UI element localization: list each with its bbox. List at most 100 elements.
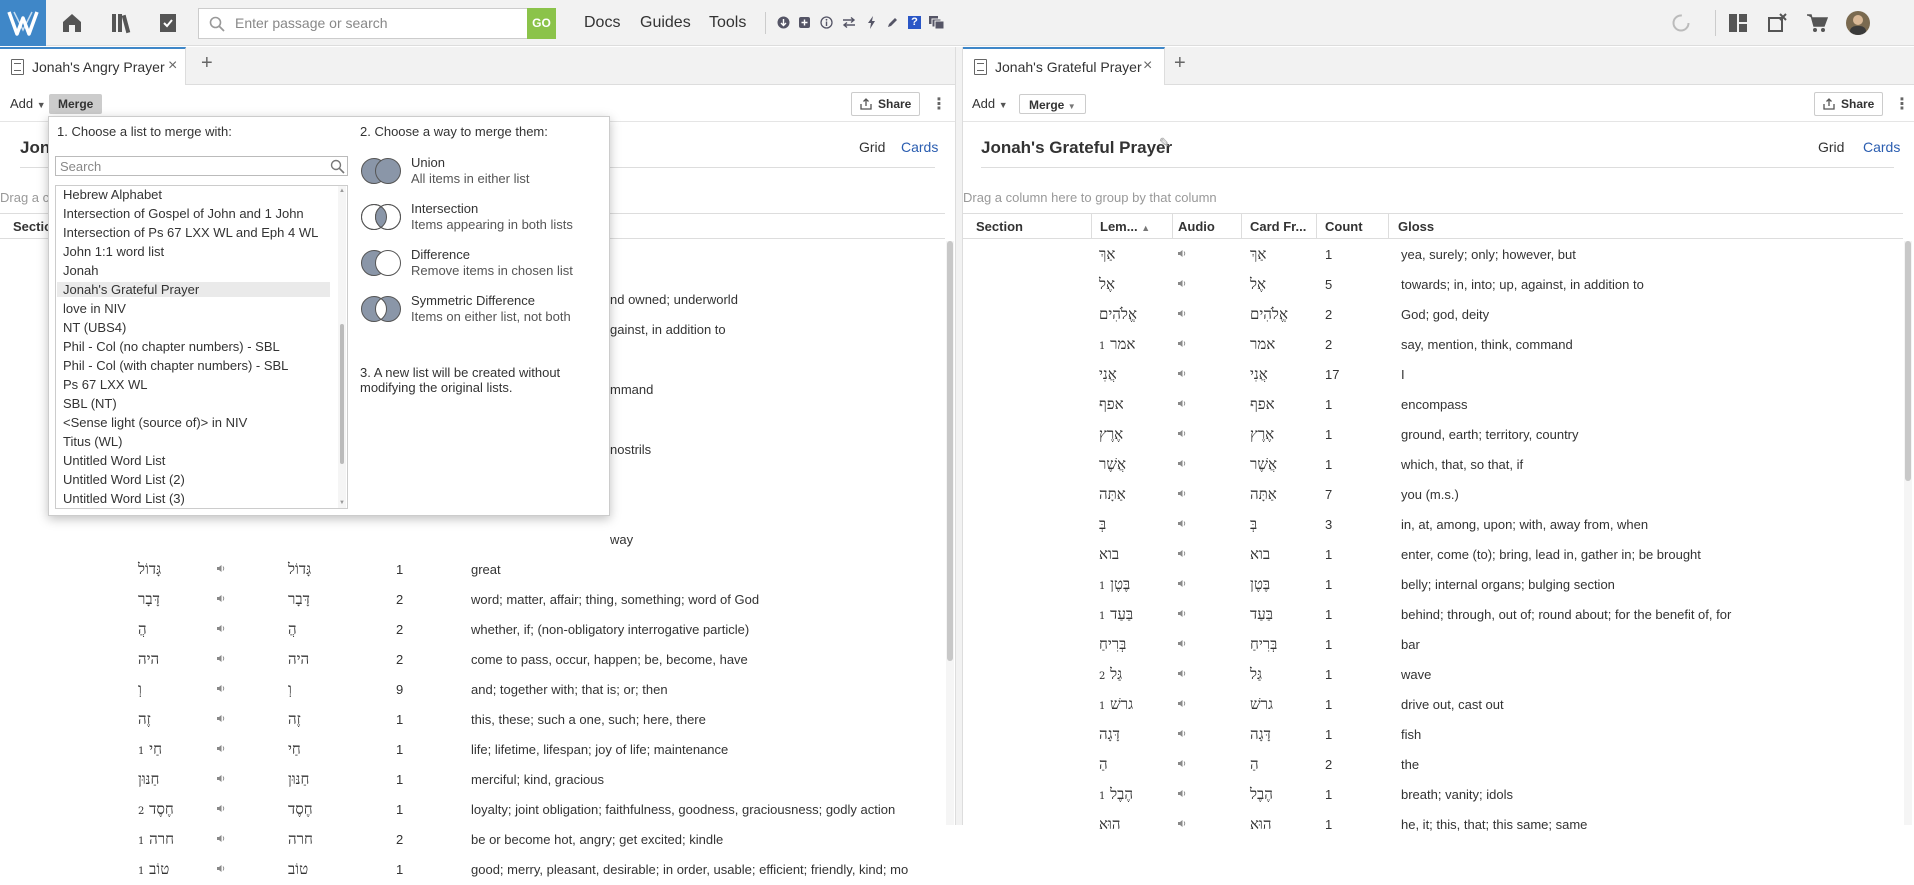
- list-option[interactable]: Jonah: [63, 263, 98, 278]
- table-row[interactable]: 1 הֶבֶל הֶבֶל 1 breath; vanity; idols: [963, 780, 1903, 810]
- list-option[interactable]: John 1:1 word list: [63, 244, 164, 259]
- left-scrollbar[interactable]: [946, 241, 954, 825]
- sync-arrows-icon[interactable]: [842, 16, 856, 29]
- new-tab-button[interactable]: +: [201, 52, 213, 75]
- lemma-cell[interactable]: אַתָּה: [1099, 485, 1126, 504]
- cards-view-toggle[interactable]: Cards: [901, 139, 938, 155]
- merge-button[interactable]: Merge ▼: [1019, 94, 1086, 114]
- lemma-cell[interactable]: אַךְ: [1099, 245, 1115, 264]
- table-row[interactable]: אַךְ אַךְ 1 yea, surely; only; however, but: [963, 240, 1903, 270]
- layout-grid-icon[interactable]: [1728, 13, 1748, 33]
- column-separator[interactable]: [1316, 214, 1317, 238]
- cart-icon[interactable]: [1806, 13, 1829, 33]
- tab-jonahs-angry-prayer[interactable]: Jonah's Angry Prayer ×: [0, 47, 186, 85]
- table-row[interactable]: 2 גַּל גַּל 1 wave: [963, 660, 1903, 690]
- speaker-icon[interactable]: [217, 864, 226, 873]
- lemma-cell[interactable]: 1 הֶבֶל: [1099, 785, 1133, 804]
- list-search-box[interactable]: [55, 156, 348, 176]
- add-note-icon[interactable]: [798, 16, 811, 29]
- table-row[interactable]: היה היה 2 come to pass, occur, happen; be, …: [0, 645, 940, 675]
- home-icon[interactable]: [60, 11, 84, 35]
- table-row[interactable]: אַתָּה אַתָּה 7 you (m.s.): [963, 480, 1903, 510]
- lemma-cell[interactable]: 2 חֶסֶד: [138, 800, 174, 819]
- speaker-icon[interactable]: [1178, 369, 1187, 378]
- lemma-cell[interactable]: דָּגָה: [1099, 725, 1120, 744]
- lemma-cell[interactable]: אפף: [1099, 395, 1124, 414]
- share-button[interactable]: Share: [1814, 92, 1884, 116]
- column-separator[interactable]: [1172, 214, 1173, 238]
- lemma-cell[interactable]: 1 חַי: [138, 740, 162, 759]
- table-row[interactable]: בוא בוא 1 enter, come (to); bring, lead in,…: [963, 540, 1903, 570]
- close-tab-icon[interactable]: ×: [1143, 57, 1152, 75]
- column-header-audio[interactable]: Audio: [1178, 219, 1215, 234]
- add-dropdown[interactable]: Add ▼: [10, 96, 46, 111]
- speaker-icon[interactable]: [217, 654, 226, 663]
- grid-view-toggle[interactable]: Grid: [859, 139, 885, 155]
- scroll-down-arrow[interactable]: ▼: [339, 500, 345, 506]
- merge-list-picker[interactable]: Hebrew Alphabet Intersection of Gospel of…: [55, 185, 348, 509]
- list-search-input[interactable]: [56, 157, 316, 175]
- table-row[interactable]: 1 אמר אמר 2 say, mention, think, command: [963, 330, 1903, 360]
- lemma-cell[interactable]: 1 גרשׁ: [1099, 695, 1133, 714]
- passage-search-box[interactable]: [198, 8, 527, 39]
- table-row[interactable]: אֶל אֶל 5 towards; in, into; up, against, i…: [963, 270, 1903, 300]
- column-header-card-form[interactable]: Card Fr...: [1250, 219, 1306, 234]
- list-title[interactable]: Jonah's Grateful Prayer: [981, 138, 1172, 158]
- lemma-cell[interactable]: בְּ: [1099, 515, 1106, 534]
- speaker-icon[interactable]: [1178, 669, 1187, 678]
- speaker-icon[interactable]: [1178, 789, 1187, 798]
- table-row[interactable]: 1 בַּעַד בַּעַד 1 behind; through, out of; …: [963, 600, 1903, 630]
- lemma-cell[interactable]: אֲנִי: [1099, 365, 1117, 384]
- layouts-icon[interactable]: [929, 16, 945, 30]
- table-row[interactable]: בְּ בְּ 3 in, at, among, upon; with, away f…: [963, 510, 1903, 540]
- scroll-up-arrow[interactable]: ▲: [339, 188, 345, 194]
- table-row[interactable]: חַנּוּן חַנּוּן 1 merciful; kind, gracious: [0, 765, 940, 795]
- list-option[interactable]: Untitled Word List: [63, 453, 165, 468]
- list-option[interactable]: NT (UBS4): [63, 320, 126, 335]
- speaker-icon[interactable]: [1178, 399, 1187, 408]
- table-row[interactable]: הַ הַ 2 the: [963, 750, 1903, 780]
- close-panels-icon[interactable]: [1767, 13, 1787, 33]
- share-button[interactable]: Share: [851, 92, 921, 116]
- list-option[interactable]: Ps 67 LXX WL: [63, 377, 148, 392]
- table-row[interactable]: אֱלֹהִים אֱלֹהִים 2 God; god, deity: [963, 300, 1903, 330]
- speaker-icon[interactable]: [1178, 249, 1187, 258]
- lemma-cell[interactable]: גָּדוֹל: [138, 560, 161, 579]
- right-scroll-thumb[interactable]: [1905, 241, 1911, 481]
- column-separator[interactable]: [1241, 214, 1242, 238]
- speaker-icon[interactable]: [1178, 759, 1187, 768]
- table-row[interactable]: 1 בֶּטֶן בֶּטֶן 1 belly; internal organs; b…: [963, 570, 1903, 600]
- lemma-cell[interactable]: זֶה: [138, 710, 151, 729]
- speaker-icon[interactable]: [1178, 729, 1187, 738]
- speaker-icon[interactable]: [217, 684, 226, 693]
- speaker-icon[interactable]: [1178, 429, 1187, 438]
- lemma-cell[interactable]: אֶרֶץ: [1099, 425, 1123, 444]
- table-row[interactable]: גָּדוֹל גָּדוֹל 1 great: [0, 555, 940, 585]
- lemma-cell[interactable]: וְ: [138, 680, 142, 699]
- table-row[interactable]: דָּבָר דָּבָר 2 word; matter, affair; thing…: [0, 585, 940, 615]
- more-options-icon[interactable]: ⋮: [931, 94, 947, 114]
- column-header-section[interactable]: Sectio: [13, 219, 52, 234]
- column-separator[interactable]: [1388, 214, 1389, 238]
- go-button[interactable]: GO: [527, 8, 556, 39]
- speaker-icon[interactable]: [217, 774, 226, 783]
- table-row[interactable]: 1 טוֹב טוֹב 1 good; merry, pleasant, desira…: [0, 855, 940, 885]
- table-row[interactable]: הֲ הֲ 2 whether, if; (non-obligatory interr…: [0, 615, 940, 645]
- list-option[interactable]: Phil - Col (with chapter numbers) - SBL: [63, 358, 288, 373]
- close-tab-icon[interactable]: ×: [168, 57, 177, 75]
- speaker-icon[interactable]: [1178, 549, 1187, 558]
- table-row[interactable]: הוּא הוּא 1 he, it; this, that; this same; …: [963, 810, 1903, 840]
- speaker-icon[interactable]: [217, 804, 226, 813]
- library-icon[interactable]: [110, 11, 134, 35]
- speaker-icon[interactable]: [1178, 579, 1187, 588]
- right-scrollbar[interactable]: [1904, 241, 1912, 825]
- speaker-icon[interactable]: [217, 744, 226, 753]
- table-row[interactable]: 1 גרשׁ גרשׁ 1 drive out, cast out: [963, 690, 1903, 720]
- info-icon[interactable]: [820, 16, 833, 29]
- download-icon[interactable]: [777, 16, 790, 29]
- lightning-icon[interactable]: [865, 16, 878, 29]
- lemma-cell[interactable]: 1 בֶּטֶן: [1099, 575, 1130, 594]
- lemma-cell[interactable]: 2 גַּל: [1099, 665, 1122, 684]
- tab-jonahs-grateful-prayer[interactable]: Jonah's Grateful Prayer ×: [963, 47, 1165, 85]
- list-option[interactable]: Jonah's Grateful Prayer: [57, 282, 330, 297]
